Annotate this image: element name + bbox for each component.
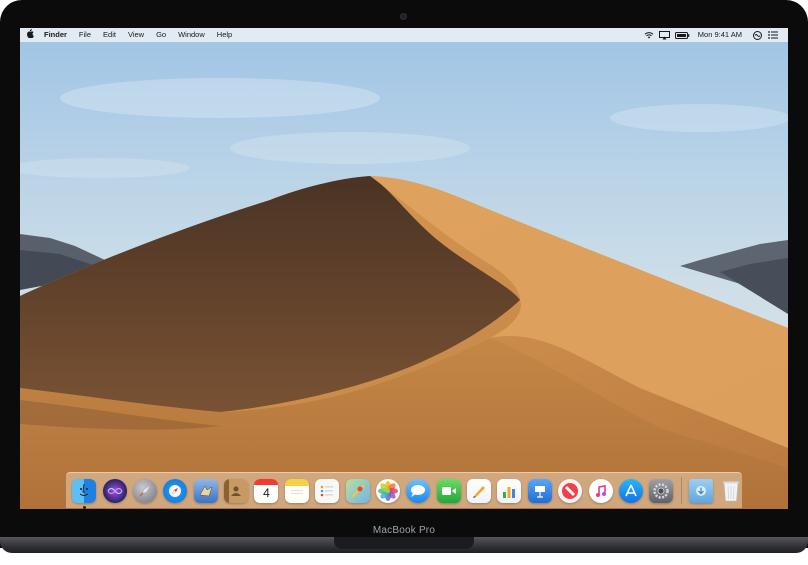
launchpad-dock-icon[interactable]	[132, 478, 157, 503]
news-dock-icon[interactable]	[558, 478, 583, 503]
contacts-dock-icon[interactable]	[224, 478, 249, 503]
menu-view[interactable]: View	[122, 28, 150, 42]
app-store-dock-icon[interactable]	[618, 478, 643, 503]
camera-icon	[400, 13, 407, 20]
dock: 4	[66, 472, 743, 509]
hinge-notch	[334, 537, 474, 549]
mail-dock-icon[interactable]	[193, 478, 218, 503]
keynote-dock-icon[interactable]	[527, 478, 552, 503]
numbers-dock-icon[interactable]	[497, 478, 522, 503]
reminders-dock-icon[interactable]	[315, 478, 340, 503]
menu-window[interactable]: Window	[172, 28, 211, 42]
siri-dock-icon[interactable]	[102, 478, 127, 503]
menu-app-name[interactable]: Finder	[40, 28, 73, 42]
finder-dock-icon[interactable]	[72, 478, 97, 509]
device-label: MacBook Pro	[372, 525, 436, 536]
messages-dock-icon[interactable]	[406, 478, 431, 503]
maps-dock-icon[interactable]	[345, 478, 370, 503]
notification-center-icon[interactable]	[766, 28, 780, 42]
menu-file[interactable]: File	[73, 28, 97, 42]
menu-help[interactable]: Help	[211, 28, 238, 42]
battery-icon[interactable]	[674, 28, 692, 42]
system-preferences-dock-icon[interactable]	[649, 478, 674, 503]
menu-clock[interactable]: Mon 9:41 AM	[692, 28, 748, 42]
photos-dock-icon[interactable]	[375, 478, 400, 503]
menu-go[interactable]: Go	[150, 28, 172, 42]
menu-edit[interactable]: Edit	[97, 28, 122, 42]
wifi-icon[interactable]	[642, 28, 656, 42]
menu-bar: Finder File Edit View Go Window Help Mon…	[20, 28, 788, 42]
desktop-wallpaper	[20, 28, 788, 509]
dock-separator	[680, 477, 682, 504]
screen: Finder File Edit View Go Window Help Mon…	[20, 28, 788, 509]
apple-icon[interactable]	[20, 28, 40, 42]
pages-dock-icon[interactable]	[467, 478, 492, 503]
downloads-dock-icon[interactable]	[688, 478, 713, 503]
notes-dock-icon[interactable]	[284, 478, 309, 503]
facetime-dock-icon[interactable]	[436, 478, 461, 503]
siri-icon[interactable]	[750, 28, 764, 42]
safari-dock-icon[interactable]	[163, 478, 188, 503]
trash-dock-icon[interactable]	[719, 479, 743, 503]
calendar-date: 4	[263, 486, 270, 500]
calendar-dock-icon[interactable]: 4	[254, 478, 279, 503]
itunes-dock-icon[interactable]	[588, 478, 613, 503]
airplay-icon[interactable]	[658, 28, 672, 42]
